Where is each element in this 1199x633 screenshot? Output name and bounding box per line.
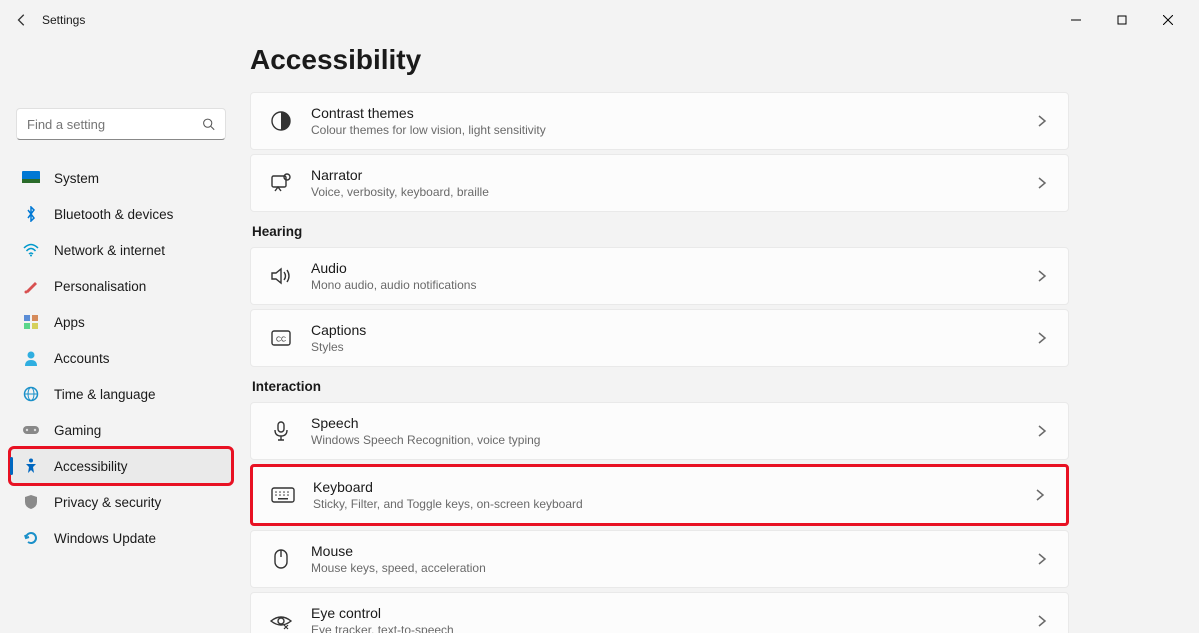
contrast-icon (269, 109, 293, 133)
card-mouse[interactable]: Mouse Mouse keys, speed, acceleration (250, 530, 1069, 588)
card-speech[interactable]: Speech Windows Speech Recognition, voice… (250, 402, 1069, 460)
chevron-right-icon (1034, 613, 1050, 629)
sidebar-item-system[interactable]: System (10, 160, 232, 196)
chevron-right-icon (1034, 268, 1050, 284)
sidebar-item-accounts[interactable]: Accounts (10, 340, 232, 376)
mouse-icon (269, 547, 293, 571)
sidebar-item-accessibility[interactable]: Accessibility (10, 448, 232, 484)
apps-icon (22, 314, 40, 330)
update-icon (22, 530, 40, 546)
chevron-right-icon (1034, 175, 1050, 191)
sidebar-item-label: Time & language (54, 387, 156, 402)
shield-icon (22, 494, 40, 510)
keyboard-icon (271, 483, 295, 507)
minimize-button[interactable] (1053, 4, 1099, 36)
card-sub: Eye tracker, text-to-speech (311, 623, 454, 633)
sidebar-item-label: Accessibility (54, 459, 128, 474)
card-sub: Windows Speech Recognition, voice typing (311, 433, 540, 447)
sidebar-item-label: Windows Update (54, 531, 156, 546)
sidebar-item-apps[interactable]: Apps (10, 304, 232, 340)
section-interaction: Interaction (252, 379, 1069, 394)
card-sub: Sticky, Filter, and Toggle keys, on-scre… (313, 497, 583, 511)
card-sub: Mouse keys, speed, acceleration (311, 561, 486, 575)
search-icon (202, 117, 215, 131)
sidebar-item-bluetooth[interactable]: Bluetooth & devices (10, 196, 232, 232)
search-input-wrap[interactable] (16, 108, 226, 140)
card-keyboard[interactable]: Keyboard Sticky, Filter, and Toggle keys… (250, 464, 1069, 526)
maximize-button[interactable] (1099, 4, 1145, 36)
sidebar-item-windows-update[interactable]: Windows Update (10, 520, 232, 556)
microphone-icon (269, 419, 293, 443)
card-contrast-themes[interactable]: Contrast themes Colour themes for low vi… (250, 92, 1069, 150)
eye-icon (269, 609, 293, 633)
window-controls (1053, 4, 1191, 36)
sidebar-item-network[interactable]: Network & internet (10, 232, 232, 268)
chevron-right-icon (1034, 423, 1050, 439)
chevron-right-icon (1034, 330, 1050, 346)
chevron-right-icon (1032, 487, 1048, 503)
card-title: Captions (311, 322, 366, 338)
sidebar-item-label: Gaming (54, 423, 101, 438)
sidebar-item-label: Network & internet (54, 243, 165, 258)
wifi-icon (22, 242, 40, 258)
sidebar-item-privacy[interactable]: Privacy & security (10, 484, 232, 520)
paintbrush-icon (22, 278, 40, 294)
card-sub: Mono audio, audio notifications (311, 278, 476, 292)
sidebar-item-label: Accounts (54, 351, 110, 366)
card-audio[interactable]: Audio Mono audio, audio notifications (250, 247, 1069, 305)
bluetooth-icon (22, 206, 40, 222)
card-title: Contrast themes (311, 105, 546, 121)
chevron-right-icon (1034, 551, 1050, 567)
card-title: Narrator (311, 167, 489, 183)
window-title: Settings (42, 13, 85, 27)
accessibility-icon (22, 458, 40, 474)
sidebar: System Bluetooth & devices Network & int… (0, 40, 240, 633)
main-content: Accessibility Contrast themes Colour the… (240, 40, 1199, 633)
card-title: Mouse (311, 543, 486, 559)
sidebar-item-personalisation[interactable]: Personalisation (10, 268, 232, 304)
card-title: Eye control (311, 605, 454, 621)
system-icon (22, 170, 40, 186)
sidebar-item-label: Personalisation (54, 279, 146, 294)
chevron-right-icon (1034, 113, 1050, 129)
card-sub: Colour themes for low vision, light sens… (311, 123, 546, 137)
sidebar-item-label: System (54, 171, 99, 186)
sidebar-item-label: Bluetooth & devices (54, 207, 173, 222)
search-input[interactable] (27, 117, 202, 132)
card-captions[interactable]: CC Captions Styles (250, 309, 1069, 367)
section-hearing: Hearing (252, 224, 1069, 239)
card-eye-control[interactable]: Eye control Eye tracker, text-to-speech (250, 592, 1069, 633)
svg-text:CC: CC (276, 337, 286, 344)
card-narrator[interactable]: Narrator Voice, verbosity, keyboard, bra… (250, 154, 1069, 212)
back-button[interactable] (8, 6, 36, 34)
globe-icon (22, 386, 40, 402)
sidebar-item-time-language[interactable]: Time & language (10, 376, 232, 412)
gamepad-icon (22, 422, 40, 438)
card-sub: Voice, verbosity, keyboard, braille (311, 185, 489, 199)
speaker-icon (269, 264, 293, 288)
narrator-icon (269, 171, 293, 195)
page-title: Accessibility (250, 44, 1069, 76)
titlebar: Settings (0, 0, 1199, 40)
card-title: Speech (311, 415, 540, 431)
card-title: Keyboard (313, 479, 583, 495)
close-button[interactable] (1145, 4, 1191, 36)
person-icon (22, 350, 40, 366)
sidebar-item-label: Privacy & security (54, 495, 161, 510)
sidebar-item-label: Apps (54, 315, 85, 330)
card-sub: Styles (311, 340, 366, 354)
captions-icon: CC (269, 326, 293, 350)
sidebar-item-gaming[interactable]: Gaming (10, 412, 232, 448)
card-title: Audio (311, 260, 476, 276)
